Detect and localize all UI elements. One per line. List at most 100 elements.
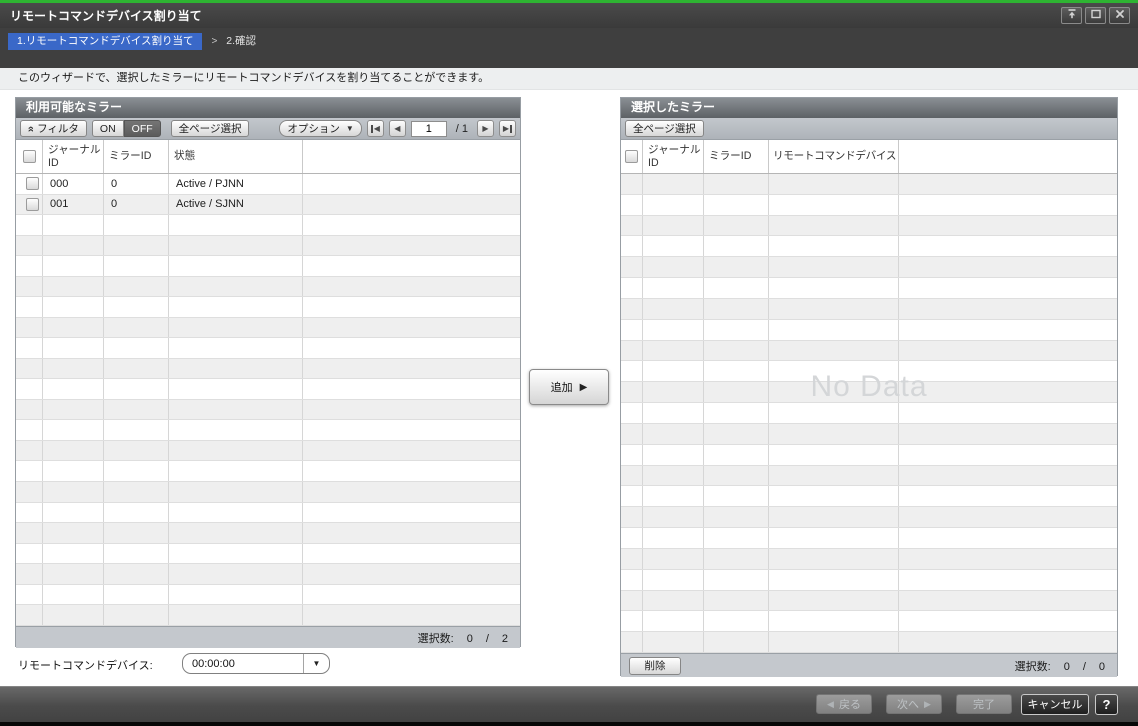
collapse-button[interactable]	[1061, 7, 1082, 24]
page-input[interactable]	[411, 121, 447, 137]
add-arrow-icon: ▶	[580, 382, 588, 393]
back-button[interactable]: ◀ 戻る	[816, 694, 872, 714]
wizard-footer-bar: ◀ 戻る 次へ ▶ 完了 キャンセル ?	[0, 686, 1138, 722]
step-2-label: 2.確認	[226, 33, 256, 50]
column-header-status[interactable]: 状態	[169, 140, 303, 173]
empty-row	[621, 341, 1117, 362]
select-all-checkbox[interactable]	[23, 150, 36, 163]
title-bar: リモートコマンドデバイス割り当て	[0, 3, 1138, 28]
empty-row	[621, 174, 1117, 195]
filter-off-button[interactable]: OFF	[124, 120, 161, 137]
selected-toolbar: 全ページ選択	[621, 118, 1117, 140]
empty-row	[621, 278, 1117, 299]
last-page-button[interactable]: ▶	[499, 120, 516, 137]
filter-button[interactable]: » フィルタ	[20, 120, 87, 137]
maximize-button[interactable]	[1085, 7, 1106, 24]
empty-row	[621, 299, 1117, 320]
row-checkbox[interactable]	[26, 177, 39, 190]
table-cell: 000	[43, 174, 104, 194]
filter-on-button[interactable]: ON	[92, 120, 124, 137]
empty-row	[621, 466, 1117, 487]
selected-mirrors-panel: 選択したミラー 全ページ選択 ジャーナルIDミラーIDリモートコマンドデバイス …	[620, 97, 1118, 676]
empty-row	[621, 549, 1117, 570]
empty-row	[16, 482, 520, 503]
options-button[interactable]: オプション ▼	[279, 120, 361, 137]
available-table-header: ジャーナルIDミラーID状態	[16, 140, 520, 174]
table-row[interactable]: 0010Active / SJNN	[16, 195, 520, 216]
empty-row	[16, 236, 520, 257]
next-arrow-icon: ▶	[924, 699, 931, 710]
chevron-down-icon: ▼	[303, 654, 329, 673]
column-header-remote-command-device[interactable]: リモートコマンドデバイス	[769, 140, 899, 173]
last-page-icon: ▶	[503, 125, 509, 133]
cancel-button[interactable]: キャンセル	[1021, 694, 1089, 715]
selected-selection-count: 選択数:0/0	[1002, 658, 1105, 674]
select-all-pages-button[interactable]: 全ページ選択	[171, 120, 250, 137]
empty-row	[621, 445, 1117, 466]
prev-page-button[interactable]: ◀	[389, 120, 406, 137]
close-button[interactable]	[1109, 7, 1130, 24]
row-checkbox-cell	[16, 195, 43, 215]
select-all-pages-button[interactable]: 全ページ選択	[625, 120, 704, 137]
window-controls	[1061, 7, 1138, 24]
available-table-body: 0000Active / PJNN0010Active / SJNN	[16, 174, 520, 626]
empty-row	[16, 564, 520, 585]
empty-row	[621, 611, 1117, 632]
add-button[interactable]: 追加 ▶	[529, 369, 609, 405]
empty-row	[16, 523, 520, 544]
column-header-mirror-id[interactable]: ミラーID	[104, 140, 169, 173]
available-mirrors-panel: 利用可能なミラー » フィルタ ON OFF 全ページ選択 オプション ▼ ◀ …	[15, 97, 521, 647]
select-all-checkbox[interactable]	[625, 150, 638, 163]
select-all-cell	[621, 140, 643, 173]
selected-table-footer: 削除 選択数:0/0	[621, 653, 1117, 677]
empty-row	[16, 256, 520, 277]
available-table-footer: 選択数:0/2	[16, 626, 520, 648]
help-button[interactable]: ?	[1095, 694, 1118, 715]
empty-row	[16, 359, 520, 380]
empty-row	[16, 318, 520, 339]
next-page-button[interactable]: ▶	[477, 120, 494, 137]
back-arrow-icon: ◀	[827, 699, 834, 710]
table-row[interactable]: 0000Active / PJNN	[16, 174, 520, 195]
table-cell: Active / PJNN	[169, 174, 303, 194]
step-separator: >	[211, 33, 217, 50]
empty-row	[621, 570, 1117, 591]
empty-row	[16, 585, 520, 606]
table-cell: Active / SJNN	[169, 195, 303, 215]
delete-button[interactable]: 削除	[629, 657, 681, 675]
remote-device-label: リモートコマンドデバイス:	[18, 657, 153, 673]
wizard-steps: 1.リモートコマンドデバイス割り当て > 2.確認	[0, 28, 1138, 68]
column-header-filler	[899, 140, 1117, 173]
finish-button[interactable]: 完了	[956, 694, 1012, 714]
next-button[interactable]: 次へ ▶	[886, 694, 942, 714]
column-header-journal-id[interactable]: ジャーナルID	[643, 140, 704, 173]
filter-collapse-icon: »	[25, 125, 37, 131]
remote-device-select[interactable]: 00:00:00 ▼	[182, 653, 330, 674]
empty-row	[621, 195, 1117, 216]
available-toolbar: » フィルタ ON OFF 全ページ選択 オプション ▼ ◀ ◀ / 1 ▶ ▶	[16, 118, 520, 140]
table-cell: 001	[43, 195, 104, 215]
available-selection-count: 選択数:0/2	[405, 630, 508, 646]
empty-row	[621, 320, 1117, 341]
available-panel-title: 利用可能なミラー	[16, 98, 520, 118]
empty-row	[621, 507, 1117, 528]
empty-row	[16, 441, 520, 462]
column-header-mirror-id[interactable]: ミラーID	[704, 140, 769, 173]
table-cell-filler	[303, 174, 520, 194]
step-1-tab: 1.リモートコマンドデバイス割り当て	[8, 33, 202, 50]
filter-toggle: ON OFF	[92, 120, 161, 137]
wizard-description: このウィザードで、選択したミラーにリモートコマンドデバイスを割り当てることができ…	[0, 68, 1138, 90]
empty-row	[621, 403, 1117, 424]
empty-row	[621, 257, 1117, 278]
first-page-icon: ◀	[374, 125, 380, 133]
empty-row	[16, 277, 520, 298]
remote-device-row: リモートコマンドデバイス: 00:00:00 ▼	[18, 653, 538, 677]
first-page-button[interactable]: ◀	[367, 120, 384, 137]
wizard-dialog: リモートコマンドデバイス割り当て 1.リモートコマンドデバイス割り当て > 2.…	[0, 0, 1138, 726]
page-title: リモートコマンドデバイス割り当て	[0, 7, 1061, 24]
row-checkbox[interactable]	[26, 198, 39, 211]
empty-row	[16, 215, 520, 236]
column-header-journal-id[interactable]: ジャーナルID	[43, 140, 104, 173]
empty-row	[16, 605, 520, 626]
prev-page-icon: ◀	[394, 125, 400, 133]
